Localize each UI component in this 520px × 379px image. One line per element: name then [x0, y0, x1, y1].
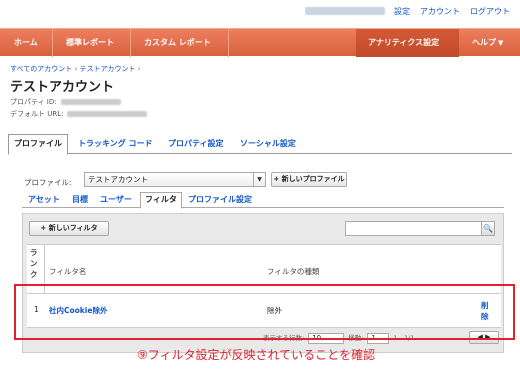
profile-select-value: テストアカウント [88, 175, 148, 184]
column-filter-type[interactable]: フィルタの種類 [267, 266, 319, 277]
nav-custom-reports[interactable]: カスタム レポート [144, 29, 211, 57]
profile-label: プロファイル: [24, 178, 72, 187]
breadcrumb-account[interactable]: テストアカウント [80, 65, 136, 73]
nav-standard-reports[interactable]: 標準レポート [66, 29, 114, 57]
account-link[interactable]: アカウント [420, 6, 460, 17]
subtab-profile-settings[interactable]: プロファイル設定 [188, 193, 252, 208]
tab-property-settings[interactable]: プロパティ設定 [168, 135, 224, 154]
default-url-label: デフォルト URL: [10, 110, 64, 118]
main-nav: ホーム 標準レポート カスタム レポート アナリティクス設定 ヘルプ ▼ [0, 28, 520, 57]
top-links: 設定 アカウント ログアウト [394, 6, 510, 17]
subtab-users[interactable]: ユーザー [100, 193, 132, 208]
nav-separator [228, 29, 229, 57]
property-id-label: プロパティ ID: [10, 98, 57, 106]
nav-analytics-settings[interactable]: アナリティクス設定 [368, 29, 439, 57]
breadcrumb: すべてのアカウント › テストアカウント › [10, 64, 141, 74]
subtab-goals[interactable]: 目標 [72, 193, 88, 208]
default-url: デフォルト URL: [10, 109, 148, 119]
sub-tabs: アセット 目標 ユーザー フィルタ プロファイル設定 [22, 190, 504, 209]
profile-select[interactable]: テストアカウント ▼ [84, 172, 266, 187]
default-url-value-blurred [67, 111, 148, 117]
breadcrumb-separator: › [74, 65, 78, 73]
logout-link[interactable]: ログアウト [470, 6, 510, 17]
page-title: テストアカウント [10, 80, 115, 95]
annotation-highlight-box [14, 284, 515, 340]
breadcrumb-all-accounts[interactable]: すべてのアカウント [10, 65, 72, 73]
user-email-blurred [305, 7, 385, 15]
tab-social-settings[interactable]: ソーシャル設定 [240, 135, 296, 154]
property-id: プロパティ ID: [10, 97, 121, 107]
column-filter-name[interactable]: フィルタ名 [49, 266, 86, 277]
nav-help[interactable]: ヘルプ ▼ [472, 29, 503, 57]
nav-help-label: ヘルプ [472, 38, 496, 47]
nav-separator [52, 29, 53, 57]
nav-home[interactable]: ホーム [14, 29, 38, 57]
breadcrumb-separator: › [137, 65, 141, 73]
new-filter-button[interactable]: + 新しいフィルタ [29, 221, 109, 236]
tab-profile[interactable]: プロファイル [8, 134, 68, 155]
filter-search-input[interactable]: 🔍 [345, 221, 495, 236]
subtab-filters[interactable]: フィルタ [140, 192, 182, 209]
chevron-down-icon: ▼ [498, 39, 504, 47]
new-profile-button[interactable]: + 新しいプロファイル [271, 172, 347, 187]
settings-link[interactable]: 設定 [394, 6, 410, 17]
tab-tracking-code[interactable]: トラッキング コード [78, 135, 153, 154]
nav-separator [130, 29, 131, 57]
annotation-caption: ⑨フィルタ設定が反映されていることを確認 [137, 348, 376, 362]
top-utility-bar: 設定 アカウント ログアウト [0, 0, 520, 24]
dropdown-arrow-icon: ▼ [253, 173, 265, 186]
column-rank[interactable]: ランク [30, 247, 42, 280]
search-icon[interactable]: 🔍 [481, 221, 495, 236]
property-tabs: プロファイル トラッキング コード プロパティ設定 ソーシャル設定 [8, 132, 512, 155]
subtab-assets[interactable]: アセット [28, 193, 60, 208]
property-id-value-blurred [60, 99, 121, 105]
